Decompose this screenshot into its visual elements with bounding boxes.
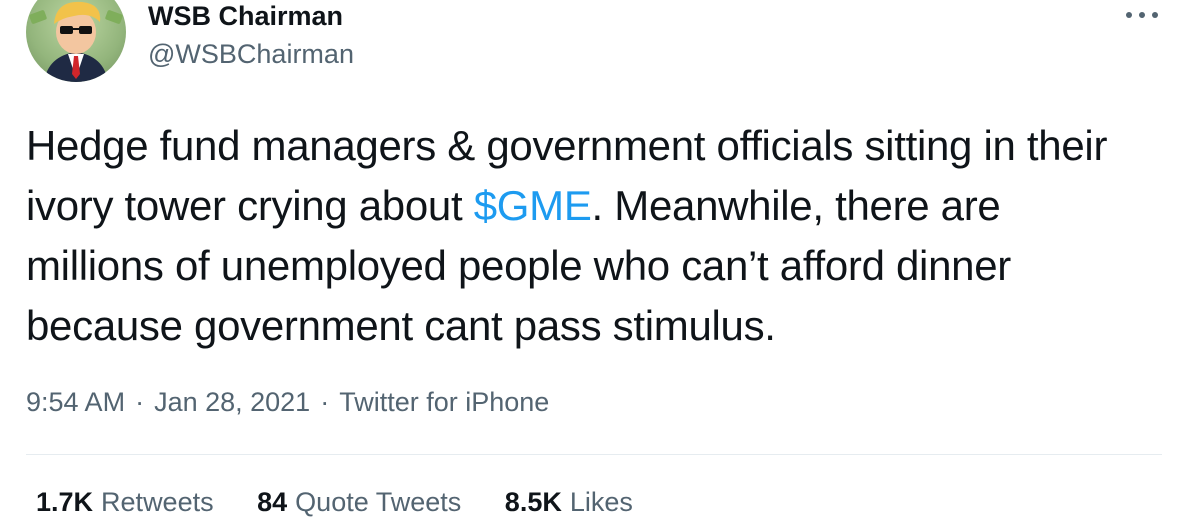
wsb-chairman-avatar-icon [29,1,123,82]
likes-count: 8.5K [504,487,562,517]
quote-tweets-count: 84 [257,487,288,517]
meta-separator: · [135,387,145,417]
more-dot [1126,12,1132,18]
retweets-count: 1.7K [36,487,94,517]
cashtag-link[interactable]: $GME [474,182,592,229]
tweet-text: Hedge fund managers & government officia… [26,116,1136,356]
tweet-stats: 1.7K Retweets 84 Quote Tweets 8.5K Likes [36,484,669,520]
more-options-icon[interactable] [1120,0,1164,30]
retweets-label: Retweets [101,487,214,517]
more-dot [1139,12,1145,18]
author-handle[interactable]: @WSBChairman [148,38,354,70]
tweet-card: WSB Chairman @WSBChairman Hedge fund man… [0,0,1184,517]
divider [26,454,1162,455]
quote-tweets-label: Quote Tweets [295,487,462,517]
more-dot [1152,12,1158,18]
author-display-name[interactable]: WSB Chairman [148,0,343,32]
tweet-source[interactable]: Twitter for iPhone [339,387,549,417]
likes-stat[interactable]: 8.5K Likes [505,484,633,520]
retweets-stat[interactable]: 1.7K Retweets [36,484,214,520]
likes-label: Likes [569,487,633,517]
meta-separator: · [320,387,330,417]
quote-tweets-stat[interactable]: 84 Quote Tweets [257,484,461,520]
tweet-date[interactable]: Jan 28, 2021 [154,387,310,417]
tweet-time[interactable]: 9:54 AM [26,387,125,417]
avatar[interactable] [26,0,126,82]
tweet-meta: 9:54 AM · Jan 28, 2021 · Twitter for iPhone [26,384,549,420]
